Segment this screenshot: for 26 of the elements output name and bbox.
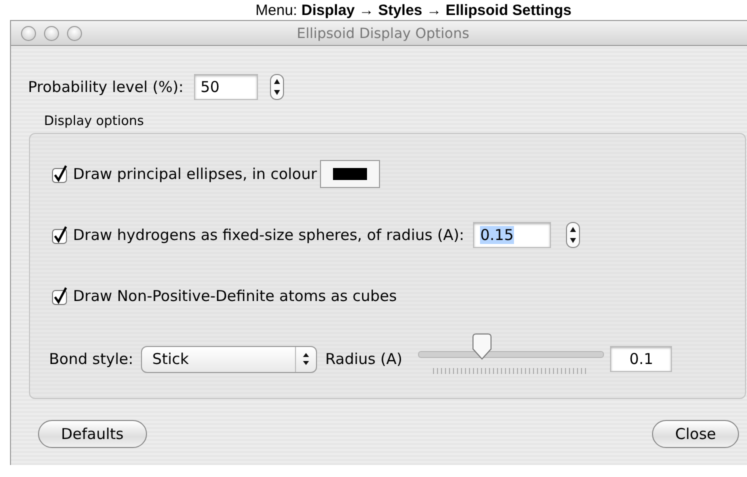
option-label: Draw hydrogens as fixed-size spheres, of radius (A): bbox=[73, 226, 464, 244]
checkbox[interactable] bbox=[52, 226, 70, 244]
stepper-icon[interactable] bbox=[270, 74, 284, 100]
color-well[interactable] bbox=[320, 160, 380, 188]
dialog-button[interactable]: Close bbox=[652, 420, 739, 448]
dialog-button[interactable]: Defaults bbox=[38, 420, 147, 448]
minimize-light-icon[interactable] bbox=[44, 26, 59, 40]
radius-field[interactable]: 0.15 bbox=[473, 222, 552, 248]
radius-field[interactable]: 0.1 bbox=[610, 346, 672, 372]
updown-arrow-icon bbox=[302, 352, 310, 366]
slider-thumb[interactable] bbox=[470, 333, 494, 361]
checkbox[interactable] bbox=[52, 165, 70, 183]
close-light-icon[interactable] bbox=[21, 26, 36, 40]
group-label: Display options bbox=[44, 114, 144, 129]
bond-style-label: Bond style: bbox=[49, 350, 134, 368]
radius-label: Radius (A) bbox=[325, 350, 402, 368]
zoom-light-icon[interactable] bbox=[67, 26, 82, 40]
probability-field[interactable]: 50 bbox=[194, 74, 258, 100]
window-title: Ellipsoid Display Options bbox=[296, 26, 470, 42]
stepper-icon[interactable] bbox=[566, 222, 580, 248]
option-label: Draw principal ellipses, in colour bbox=[73, 165, 317, 183]
probability-label: Probability level (%): bbox=[28, 78, 184, 96]
option-label: Draw Non-Positive-Definite atoms as cubes bbox=[73, 287, 397, 305]
bond-style-dropdown[interactable]: Stick bbox=[141, 346, 318, 372]
checkbox[interactable] bbox=[52, 287, 70, 305]
caption: Menu: Display → Styles → Ellipsoid Settings bbox=[254, 2, 572, 20]
